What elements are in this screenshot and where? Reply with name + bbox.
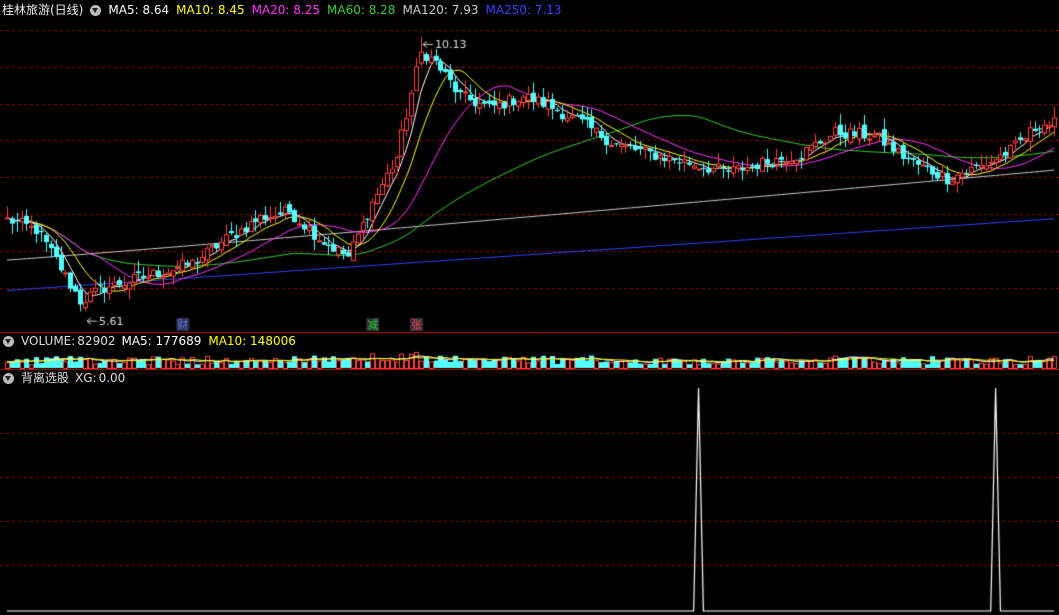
settings-icon[interactable]	[90, 4, 102, 16]
indicator-header: 背离选股 XG: 0.00	[0, 370, 125, 386]
ma-legend-item-1: MA10: 8.45	[176, 2, 244, 18]
ma-legend-item-label: MA5:	[108, 3, 139, 17]
ma-legend-item-5: MA250: 7.13	[486, 2, 562, 18]
stock-title: 桂林旅游(日线)	[2, 3, 84, 17]
ma-legend-item-label: MA20:	[251, 3, 290, 17]
ma-legend-item-value: 7.13	[531, 3, 562, 17]
indicator-label: XG:	[75, 371, 97, 385]
indicator-value: 0.00	[98, 371, 126, 385]
ma-legend: MA5: 8.64 MA10: 8.45 MA20: 8.25 MA60: 8.28 M…	[108, 2, 561, 18]
ma-legend-item-value: 8.28	[364, 3, 396, 17]
stock-chart-canvas[interactable]	[0, 0, 1059, 615]
volume-title: VOLUME:	[21, 334, 76, 348]
vol-ma-legend-item-label: MA10:	[208, 334, 247, 348]
ma-legend-item-value: 8.45	[214, 3, 245, 17]
price-header: 桂林旅游(日线) MA5: 8.64 MA10: 8.45 MA20: 8.25 MA…	[0, 2, 562, 18]
ma-legend-item-3: MA60: 8.28	[327, 2, 395, 18]
vol-ma-legend-item-value: 148006	[246, 334, 296, 348]
volume-value: 82902	[77, 334, 116, 348]
ma-legend-item-label: MA250:	[485, 3, 532, 17]
indicator-title: 背离选股	[21, 371, 70, 385]
ma-legend-item-value: 8.25	[289, 3, 321, 17]
volume-ma-legend: MA5: 177689 MA10: 148006	[121, 333, 295, 349]
ma-legend-item-0: MA5: 8.64	[108, 2, 169, 18]
vol-ma-legend-item-label: MA5:	[121, 334, 152, 348]
vol-ma-legend-item-1: MA10: 148006	[208, 333, 296, 349]
ma-legend-item-2: MA20: 8.25	[252, 2, 320, 18]
indicator-settings-icon[interactable]	[3, 372, 14, 384]
volume-header: VOLUME: 82902 MA5: 177689 MA10: 148006	[0, 333, 296, 349]
ma-legend-item-value: 7.93	[447, 3, 479, 17]
volume-settings-icon[interactable]	[3, 335, 14, 347]
vol-ma-legend-item-value: 177689	[151, 334, 202, 348]
ma-legend-item-label: MA120:	[402, 3, 448, 17]
ma-legend-item-label: MA10:	[176, 3, 215, 17]
ma-legend-item-label: MA60:	[327, 3, 365, 17]
ma-legend-item-value: 8.64	[138, 3, 170, 17]
ma-legend-item-4: MA120: 7.93	[402, 2, 478, 18]
vol-ma-legend-item-0: MA5: 177689	[121, 333, 201, 349]
